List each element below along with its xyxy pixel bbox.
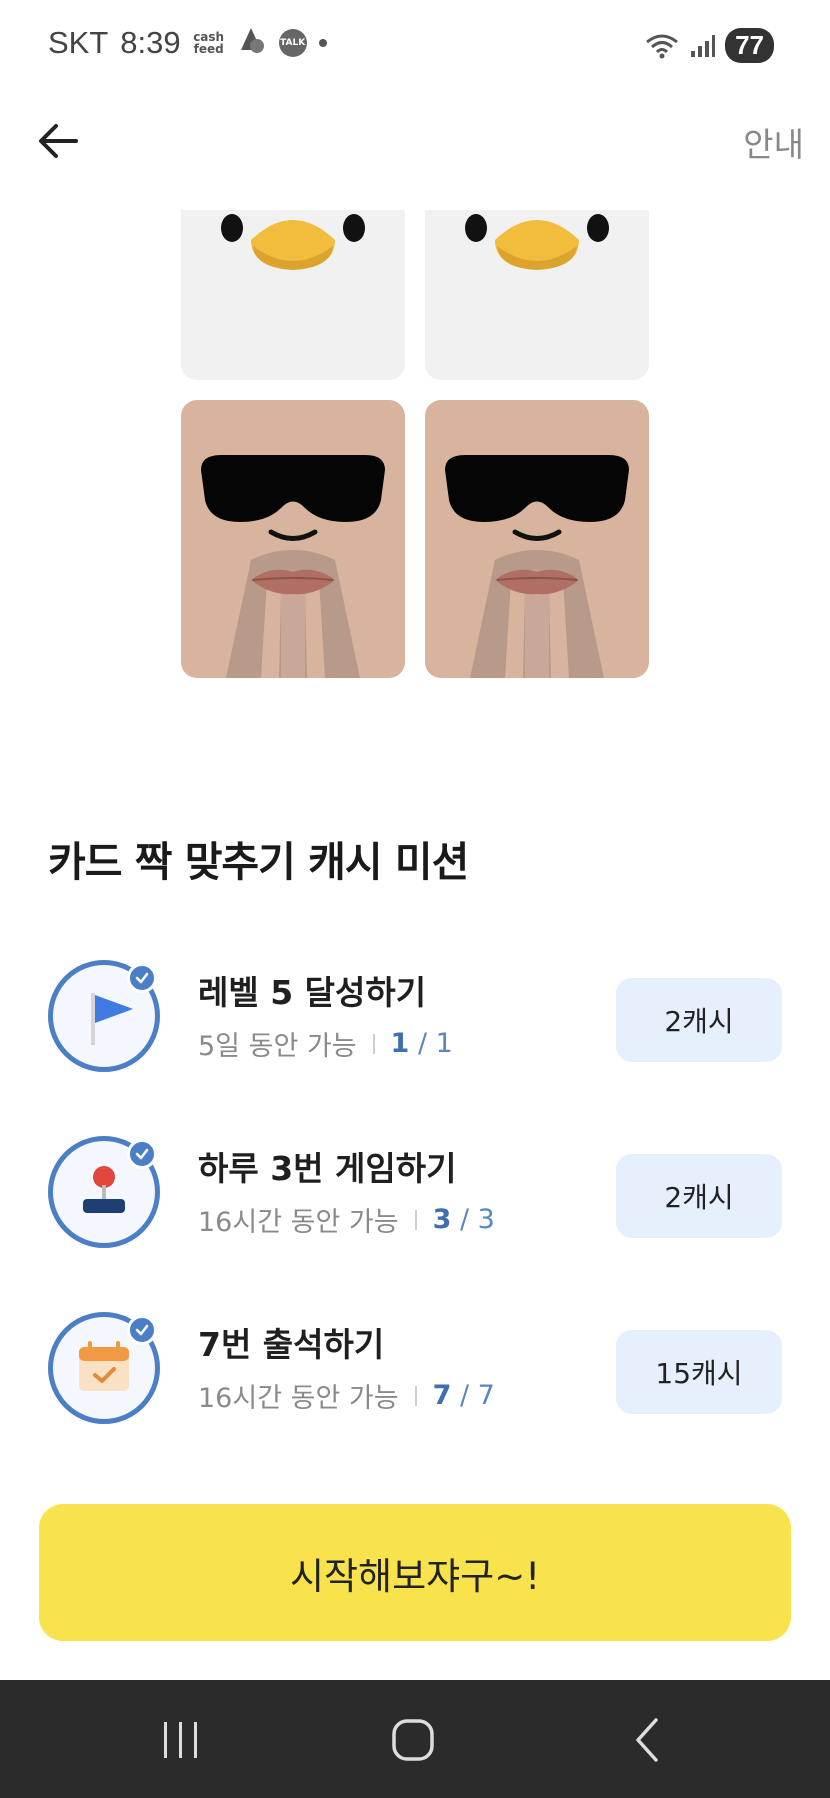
mission-item: 하루 3번 게임하기 16시간 동안 가능 3 / 3 2캐시 (48, 1136, 782, 1256)
home-icon (392, 1719, 434, 1761)
back-button[interactable] (34, 116, 84, 166)
sunglasses-card-left (181, 400, 405, 678)
mission-subtitle: 16시간 동안 가능 3 / 3 (198, 1200, 495, 1239)
divider (372, 1033, 375, 1054)
chevron-left-icon (636, 1718, 658, 1762)
progress-total: / 1 (417, 1028, 453, 1059)
kakaotalk-notification-icon: TALK (278, 29, 307, 57)
sunglasses-face-icon (201, 455, 385, 678)
arrow-left-icon (39, 124, 78, 158)
status-right: 77 (645, 28, 774, 63)
progress-current: 1 (390, 1028, 410, 1059)
status-bar: SKT 8:39 cash feed TALK 77 (0, 0, 830, 90)
battery-indicator: 77 (725, 28, 774, 63)
clock: 8:39 (120, 25, 181, 60)
duck-face-icon (221, 214, 365, 270)
mission-duration: 16시간 동안 가능 (198, 1383, 399, 1414)
more-notifications-dot (318, 39, 327, 47)
mission-title: 레벨 5 달성하기 (198, 973, 427, 1012)
sunglasses-card-right (425, 400, 649, 678)
system-back-button[interactable] (612, 1710, 682, 1770)
duck-card-left (181, 210, 405, 380)
start-game-button[interactable]: 시작해보쟈구~! (39, 1504, 791, 1641)
mission-icon (48, 960, 160, 1072)
completed-check-icon (127, 1315, 157, 1345)
mission-subtitle: 16시간 동안 가능 7 / 7 (198, 1376, 495, 1415)
sunglasses-face-icon (445, 455, 629, 678)
mission-icon (48, 1136, 160, 1248)
reward-button[interactable]: 15캐시 (616, 1330, 782, 1414)
system-nav-bar (0, 1680, 830, 1798)
mission-item: 7번 출석하기 16시간 동안 가능 7 / 7 15캐시 (48, 1312, 782, 1432)
divider (414, 1385, 417, 1406)
wifi-icon (646, 34, 679, 58)
mission-icon (48, 1312, 160, 1424)
app-notification-icon (237, 24, 267, 62)
mission-title: 7번 출석하기 (198, 1325, 385, 1364)
divider (414, 1209, 417, 1230)
recent-apps-icon (164, 1722, 197, 1758)
mission-item: 레벨 5 달성하기 5일 동안 가능 1 / 1 2캐시 (48, 960, 782, 1080)
recent-apps-button[interactable] (146, 1710, 216, 1770)
carrier-label: SKT (48, 25, 109, 60)
duck-face-icon (465, 214, 609, 270)
mission-title: 하루 3번 게임하기 (198, 1149, 457, 1188)
section-title: 카드 짝 맞추기 캐시 미션 (48, 838, 469, 886)
mission-duration: 16시간 동안 가능 (198, 1207, 399, 1238)
progress-total: / 7 (459, 1380, 495, 1411)
completed-check-icon (127, 963, 157, 993)
mission-subtitle: 5일 동안 가능 1 / 1 (198, 1024, 453, 1063)
progress-total: / 3 (459, 1204, 495, 1235)
signal-icon (691, 34, 716, 57)
reward-button[interactable]: 2캐시 (616, 978, 782, 1062)
mission-duration: 5일 동안 가능 (198, 1031, 357, 1062)
status-left: SKT 8:39 cash feed TALK (48, 24, 327, 62)
completed-check-icon (127, 1139, 157, 1169)
progress-current: 3 (432, 1204, 452, 1235)
guide-button[interactable]: 안내 (743, 118, 804, 166)
home-button[interactable] (378, 1710, 448, 1770)
game-preview (181, 210, 649, 678)
reward-button[interactable]: 2캐시 (616, 1154, 782, 1238)
progress-current: 7 (432, 1380, 452, 1411)
duck-card-right (425, 210, 649, 380)
cashfeed-line2: feed (193, 42, 224, 56)
cashfeed-notification-icon: cash feed (193, 31, 225, 55)
